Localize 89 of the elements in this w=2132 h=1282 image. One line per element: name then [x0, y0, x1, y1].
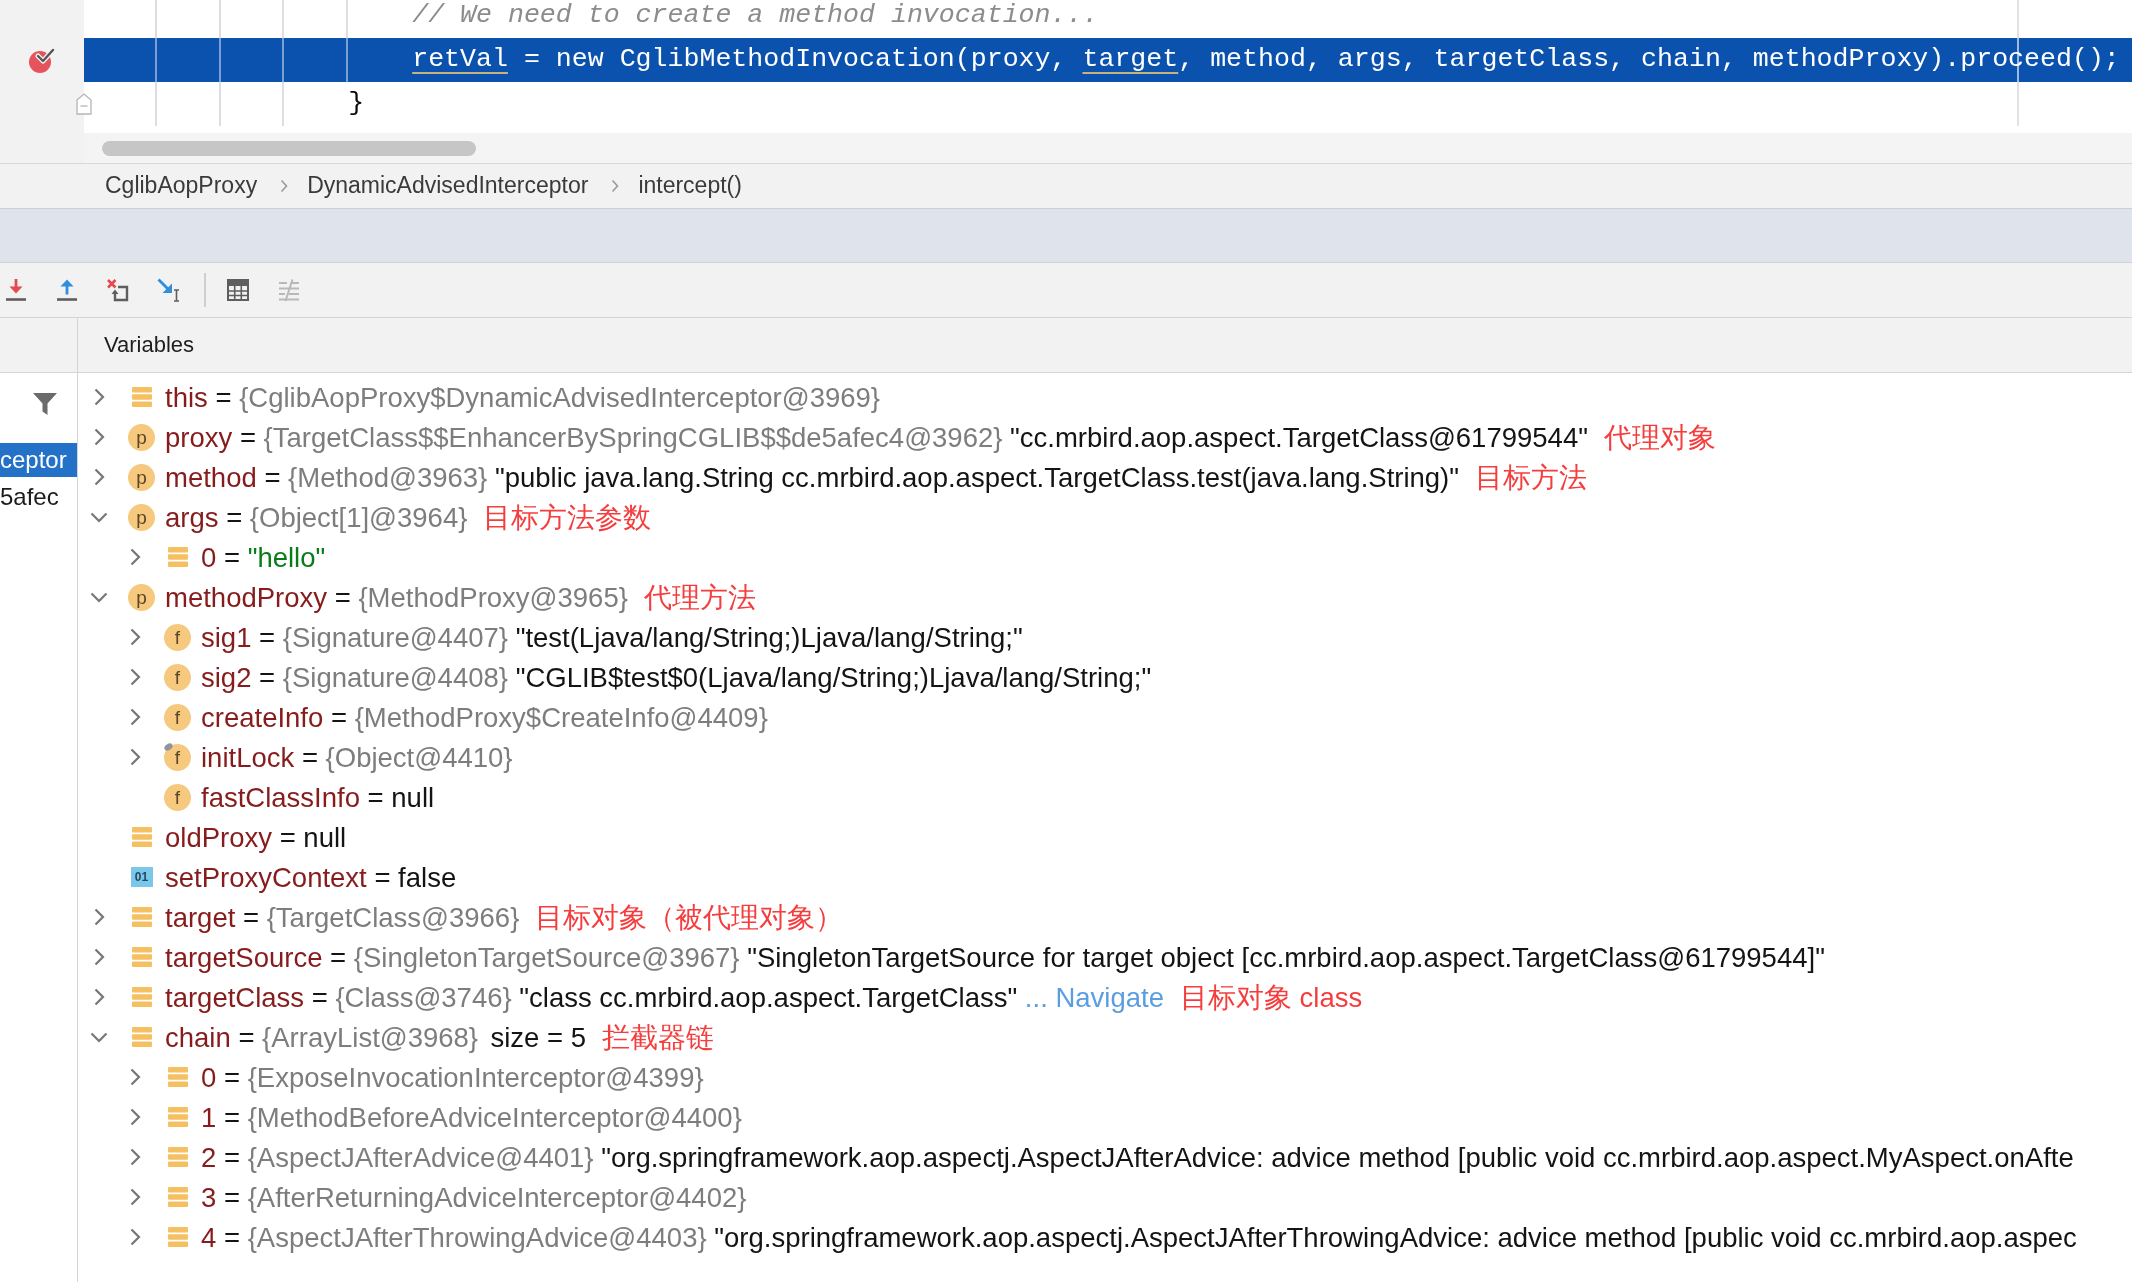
breadcrumb-item[interactable]: DynamicAdvisedInterceptor — [307, 172, 589, 200]
arrow-cursor-icon — [157, 278, 181, 302]
variable-entry: 0 = "hello" — [201, 540, 326, 574]
variable-entry: 3 = {AfterReturningAdviceInterceptor@4402} — [201, 1180, 747, 1214]
arrow-up-icon — [55, 278, 79, 302]
annotation-text: 拦截器链 — [602, 1020, 714, 1054]
variable-entry: target = {TargetClass@3966} — [165, 900, 520, 934]
annotation-text: 目标对象 class — [1179, 980, 1363, 1014]
variable-entry: proxy = {TargetClass$$EnhancerBySpringCGLIB$$de5afec4@3962} "cc.mrbird.aop.aspect.TargetClass@61799544" — [165, 420, 1588, 454]
variable-entry: targetSource = {SingletonTargetSource@3967} "SingletonTargetSource for target object [cc.mrbird.aop.aspect.TargetClass@61799544]" — [165, 940, 1825, 974]
letter-circle-icon: p — [128, 423, 155, 451]
chevron-right-icon[interactable] — [129, 1068, 141, 1086]
letter-circle-icon: f — [164, 743, 191, 771]
frame-item[interactable]: ceptor — [0, 443, 77, 477]
stacked-bars-icon — [167, 1187, 188, 1207]
letter-circle-icon: p — [128, 503, 155, 531]
variable-entry: initLock = {Object@4410} — [201, 740, 513, 774]
breakpoint-icon[interactable] — [28, 46, 56, 74]
variable-entry: sig2 = {Signature@4408} "CGLIB$test$0(Ljava/lang/String;)Ljava/lang/String;" — [201, 660, 1152, 694]
chevron-right-icon[interactable] — [129, 1148, 141, 1166]
annotation-text: 代理方法 — [643, 580, 756, 614]
chevron-down-icon[interactable] — [90, 591, 108, 603]
chevron-right-icon[interactable] — [93, 908, 105, 926]
variable-entry: chain = {ArrayList@3968} size = 5 — [165, 1020, 586, 1054]
variable-entry: 4 = {AspectJAfterThrowingAdvice@4403} "org.springframework.aop.aspectj.AspectJAfterThrowingAdvice: advice method [public void cc.mrbird.aop.aspec — [201, 1220, 2077, 1254]
chevron-right-icon[interactable] — [93, 388, 105, 406]
variable-entry: 0 = {ExposeInvocationInterceptor@4399} — [201, 1060, 704, 1094]
variable-entry: createInfo = {MethodProxy$CreateInfo@4409} — [201, 700, 768, 734]
letter-circle-icon: f — [164, 623, 191, 651]
annotation-text: 目标方法 — [1475, 460, 1588, 494]
chevron-right-icon[interactable] — [93, 468, 105, 486]
chevron-right-icon[interactable] — [129, 708, 141, 726]
stacked-bars-icon — [131, 1027, 152, 1047]
stacked-bars-icon — [131, 907, 152, 927]
scrollbar-thumb[interactable] — [102, 140, 476, 156]
variable-entry: 1 = {MethodBeforeAdviceInterceptor@4400} — [201, 1100, 742, 1134]
letter-square-icon: 01 — [130, 867, 153, 887]
stacked-bars-icon — [131, 387, 152, 407]
chevron-right-icon — [611, 179, 620, 193]
filter-icon[interactable] — [31, 391, 58, 417]
variable-entry: this = {CglibAopProxy$DynamicAdvisedInterceptor@3969} — [165, 380, 881, 414]
stacked-bars-icon — [167, 1067, 188, 1087]
letter-circle-icon: f — [164, 783, 191, 811]
chevron-right-icon[interactable] — [129, 1228, 141, 1246]
stacked-bars-icon — [131, 827, 152, 847]
chevron-down-icon[interactable] — [90, 511, 108, 523]
chevron-right-icon[interactable] — [129, 1188, 141, 1206]
stacked-bars-icon — [131, 987, 152, 1007]
lines-icon — [277, 278, 301, 302]
variable-entry: targetClass = {Class@3746} "class cc.mrbird.aop.aspect.TargetClass" ... Navigate — [165, 980, 1164, 1014]
chevron-right-icon[interactable] — [93, 428, 105, 446]
letter-circle-icon: p — [128, 463, 155, 491]
stacked-bars-icon — [131, 947, 152, 967]
panel-title: Variables — [104, 331, 195, 359]
letter-circle-icon: f — [164, 663, 191, 691]
grid-icon — [226, 278, 250, 302]
variable-entry: method = {Method@3963} "public java.lang.String cc.mrbird.aop.aspect.TargetClass.test(java.lang.String)" — [165, 460, 1460, 494]
chevron-right-icon[interactable] — [129, 1108, 141, 1126]
chevron-right-icon[interactable] — [129, 668, 141, 686]
stacked-bars-icon — [167, 1227, 188, 1247]
cross-box-icon — [106, 278, 130, 302]
letter-circle-icon: p — [128, 583, 155, 611]
stacked-bars-icon — [167, 1147, 188, 1167]
variable-entry: methodProxy = {MethodProxy@3965} — [165, 580, 628, 614]
chevron-right-icon[interactable] — [129, 628, 141, 646]
annotation-text: 代理对象 — [1603, 420, 1716, 454]
annotation-text: 目标对象（被代理对象） — [535, 900, 844, 934]
stacked-bars-icon — [167, 547, 188, 567]
breadcrumb-item[interactable]: CglibAopProxy — [105, 172, 258, 200]
variable-entry: oldProxy = null — [165, 820, 347, 854]
variable-entry: sig1 = {Signature@4407} "test(Ljava/lang/String;)Ljava/lang/String;" — [201, 620, 1023, 654]
chevron-right-icon[interactable] — [129, 548, 141, 566]
letter-circle-icon: f — [164, 703, 191, 731]
variable-entry: setProxyContext = false — [165, 860, 457, 894]
variable-entry: 2 = {AspectJAfterAdvice@4401} "org.springframework.aop.aspectj.AspectJAfterAdvice: advice method [public void cc.mrbird.aop.aspect.MyAspect.onAfte — [201, 1140, 2074, 1174]
code-line: } — [348, 88, 365, 120]
chevron-right-icon[interactable] — [93, 948, 105, 966]
variable-entry: args = {Object[1]@3964} — [165, 500, 468, 534]
code-comment: // We need to create a method invocation... — [412, 0, 1099, 32]
chevron-right-icon[interactable] — [129, 748, 141, 766]
annotation-text: 目标方法参数 — [483, 500, 652, 534]
chevron-down-icon[interactable] — [90, 1031, 108, 1043]
stacked-bars-icon — [167, 1107, 188, 1127]
breadcrumb-item[interactable]: intercept() — [638, 172, 742, 200]
variable-entry: fastClassInfo = null — [201, 780, 435, 814]
chevron-right-icon — [280, 179, 289, 193]
arrow-down-icon — [4, 278, 28, 302]
chevron-right-icon[interactable] — [93, 988, 105, 1006]
frame-item[interactable]: 5afec — [0, 480, 59, 514]
